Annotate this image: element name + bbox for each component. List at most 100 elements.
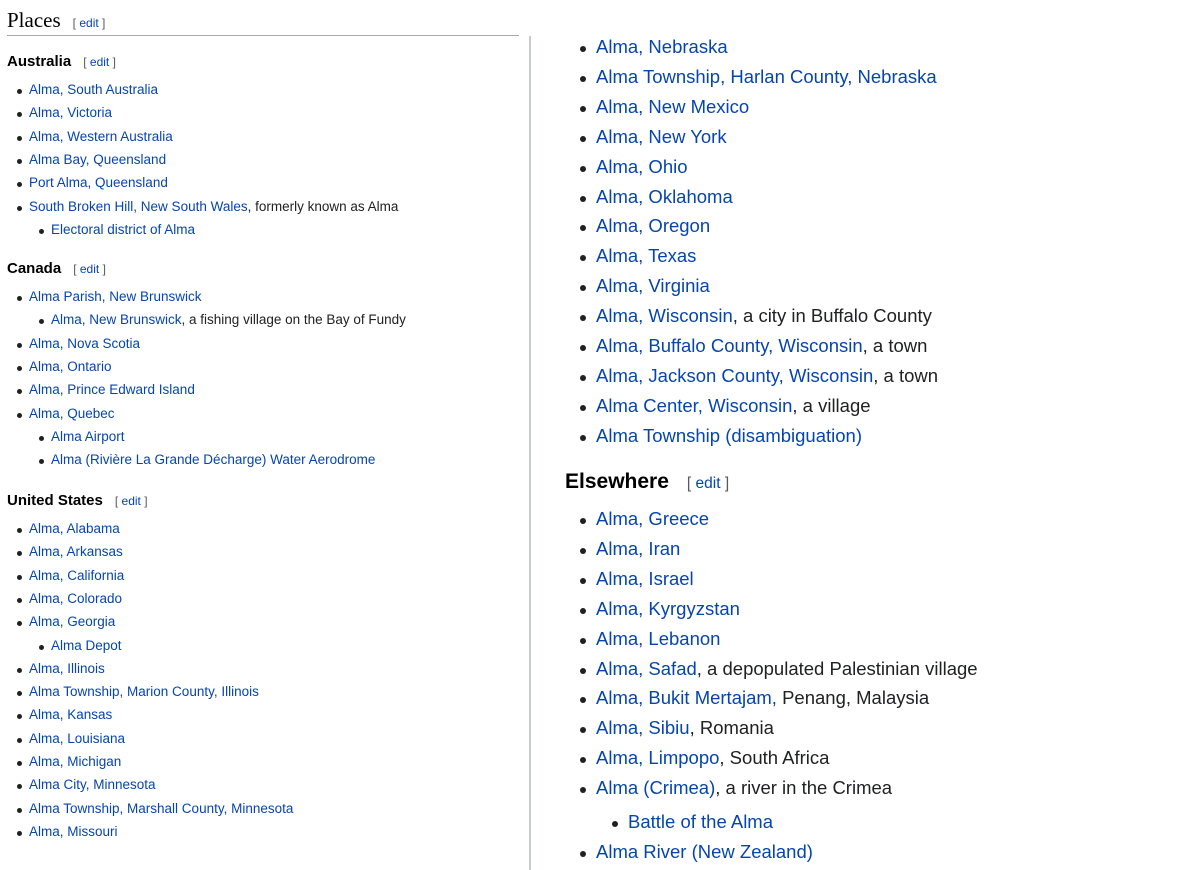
place-link[interactable]: Alma, Western Australia xyxy=(29,129,173,144)
place-link[interactable]: Alma Airport xyxy=(51,429,125,444)
list-bullet xyxy=(580,577,586,584)
place-link[interactable]: Alma, Nova Scotia xyxy=(29,336,140,351)
place-link[interactable]: Alma, Israel xyxy=(596,568,694,589)
list-item: Alma, California xyxy=(29,568,124,583)
list-item: Alma Center, Wisconsin, a village xyxy=(596,395,871,417)
place-link[interactable]: Alma Depot xyxy=(51,638,122,653)
place-link[interactable]: Alma Township, Harlan County, Nebraska xyxy=(596,66,937,87)
place-link[interactable]: Alma (Crimea) xyxy=(596,777,715,798)
place-link[interactable]: Alma, Jackson County, Wisconsin xyxy=(596,365,873,386)
list-item: Alma Depot xyxy=(51,638,122,653)
list-bullet xyxy=(580,757,586,764)
place-link[interactable]: Alma, Bukit Mertajam, xyxy=(596,687,777,708)
place-link[interactable]: Alma Center, Wisconsin xyxy=(596,395,792,416)
edit-link[interactable]: edit xyxy=(90,55,109,69)
edit-link[interactable]: edit xyxy=(696,475,721,492)
place-link[interactable]: Electoral district of Alma xyxy=(51,222,195,237)
place-link[interactable]: Battle of the Alma xyxy=(628,811,773,832)
place-link[interactable]: Alma, Texas xyxy=(596,245,696,266)
edit-link[interactable]: edit xyxy=(80,262,99,276)
list-item: Alma, Michigan xyxy=(29,754,121,769)
edit-link[interactable]: edit xyxy=(122,494,141,508)
list-item: South Broken Hill, New South Wales, form… xyxy=(29,199,398,214)
list-item: Battle of the Alma xyxy=(628,811,773,833)
place-link[interactable]: Alma, Kansas xyxy=(29,707,112,722)
list-item: Alma, Nebraska xyxy=(596,36,728,58)
place-link[interactable]: Alma Township, Marshall County, Minnesot… xyxy=(29,801,293,816)
place-description: , a town xyxy=(873,364,939,386)
list-bullet xyxy=(17,830,22,836)
place-link[interactable]: Alma, Iran xyxy=(596,538,680,559)
list-item: Alma, Ontario xyxy=(29,359,112,374)
place-link[interactable]: Alma City, Minnesota xyxy=(29,777,156,792)
place-link[interactable]: Alma, Oregon xyxy=(596,215,710,236)
place-link[interactable]: Alma, Ontario xyxy=(29,359,112,374)
list-bullet xyxy=(580,315,586,322)
place-link[interactable]: Alma, Victoria xyxy=(29,105,112,120)
place-link[interactable]: Alma Parish, New Brunswick xyxy=(29,289,202,304)
place-link[interactable]: Alma, Limpopo xyxy=(596,747,719,768)
list-bullet xyxy=(17,574,22,580)
place-link[interactable]: Alma (Rivière La Grande Décharge) Water … xyxy=(51,452,375,467)
place-link[interactable]: Alma, California xyxy=(29,568,124,583)
list-bullet xyxy=(17,691,22,697)
place-link[interactable]: Alma, Virginia xyxy=(596,275,710,296)
list-item: Alma River (New Zealand) xyxy=(596,841,813,863)
list-bullet xyxy=(580,727,586,734)
place-description: , South Africa xyxy=(719,747,830,769)
list-bullet xyxy=(17,205,22,211)
place-link[interactable]: Alma, New Brunswick xyxy=(51,312,182,327)
list-item: Alma Township, Marion County, Illinois xyxy=(29,684,259,699)
place-link[interactable]: Alma, South Australia xyxy=(29,82,158,97)
place-link[interactable]: South Broken Hill, New South Wales xyxy=(29,199,248,214)
place-link[interactable]: Alma, Prince Edward Island xyxy=(29,382,195,397)
list-item: Alma Parish, New Brunswick xyxy=(29,289,202,304)
place-link[interactable]: Alma, New York xyxy=(596,126,727,147)
place-link[interactable]: Alma, Arkansas xyxy=(29,544,123,559)
list-item: Alma, Virginia xyxy=(596,275,710,297)
place-link[interactable]: Alma, Kyrgyzstan xyxy=(596,598,740,619)
place-link[interactable]: Alma, Nebraska xyxy=(596,36,728,57)
list-bullet xyxy=(17,737,22,743)
list-bullet xyxy=(17,89,22,94)
place-link[interactable]: Alma, Buffalo County, Wisconsin xyxy=(596,335,863,356)
place-link[interactable]: Alma, Alabama xyxy=(29,521,120,536)
list-item: Alma, Arkansas xyxy=(29,544,123,559)
place-link[interactable]: Alma Township (disambiguation) xyxy=(596,425,862,446)
list-bullet xyxy=(17,158,22,164)
place-link[interactable]: Alma Township, Marion County, Illinois xyxy=(29,684,259,699)
place-link[interactable]: Alma, Quebec xyxy=(29,406,115,421)
place-link[interactable]: Port Alma, Queensland xyxy=(29,175,168,190)
section-title: Places xyxy=(7,8,61,32)
place-link[interactable]: Alma, Greece xyxy=(596,508,709,529)
place-link[interactable]: Alma, Georgia xyxy=(29,614,115,629)
place-link[interactable]: Alma, Ohio xyxy=(596,156,688,177)
place-link[interactable]: Alma, New Mexico xyxy=(596,96,749,117)
list-item: Alma, Oregon xyxy=(596,215,710,237)
place-link[interactable]: Alma, Safad xyxy=(596,658,697,679)
list-bullet xyxy=(580,404,586,411)
place-link[interactable]: Alma, Missouri xyxy=(29,824,118,839)
list-bullet xyxy=(580,165,586,172)
place-link[interactable]: Alma, Colorado xyxy=(29,591,122,606)
place-link[interactable]: Alma, Illinois xyxy=(29,661,105,676)
place-link[interactable]: Alma, Lebanon xyxy=(596,628,720,649)
list-bullet xyxy=(580,607,586,614)
place-link[interactable]: Alma, Oklahoma xyxy=(596,186,733,207)
place-link[interactable]: Alma, Michigan xyxy=(29,754,121,769)
place-link[interactable]: Alma, Sibiu xyxy=(596,717,690,738)
list-item: Alma, Limpopo, South Africa xyxy=(596,747,829,769)
list-bullet xyxy=(17,784,22,790)
subheading-canada: Canada[ edit ] xyxy=(7,260,106,277)
subheading-united-states: United States[ edit ] xyxy=(7,492,148,509)
edit-link[interactable]: edit xyxy=(79,16,98,30)
place-link[interactable]: Alma, Louisiana xyxy=(29,731,125,746)
list-item: Alma, New Brunswick, a fishing village o… xyxy=(51,312,406,327)
list-bullet xyxy=(580,195,586,202)
place-link[interactable]: Alma, Wisconsin xyxy=(596,305,733,326)
place-link[interactable]: Alma River (New Zealand) xyxy=(596,841,813,862)
list-bullet xyxy=(17,597,22,603)
place-link[interactable]: Alma Bay, Queensland xyxy=(29,152,166,167)
place-description: , a fishing village on the Bay of Fundy xyxy=(181,312,406,328)
list-bullet xyxy=(612,821,618,827)
